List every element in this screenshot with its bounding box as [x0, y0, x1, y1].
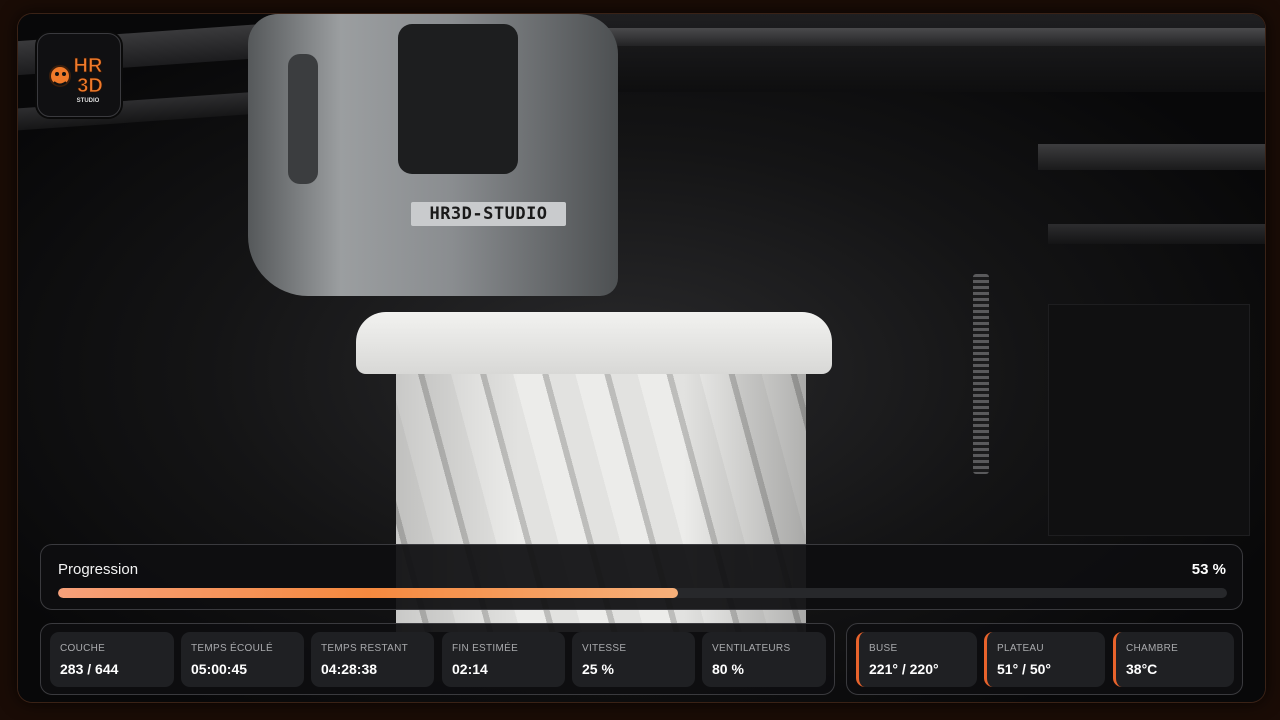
- temperatures-panel: BUSE 221° / 220° PLATEAU 51° / 50° CHAMB…: [846, 623, 1243, 695]
- stat-value: 04:28:38: [321, 661, 378, 677]
- stat-value: 05:00:45: [191, 661, 248, 677]
- stat-label: TEMPS ÉCOULÉ: [191, 643, 273, 654]
- progress-bar-fill: [58, 588, 678, 598]
- stat-value: 25 %: [582, 661, 614, 677]
- printer-toolhead: [248, 14, 618, 296]
- stat-card-layer: COUCHE 283 / 644: [50, 632, 174, 687]
- stat-card-speed: VITESSE 25 %: [572, 632, 695, 687]
- temp-card-chamber: CHAMBRE 38°C: [1113, 632, 1234, 687]
- temp-card-nozzle: BUSE 221° / 220°: [856, 632, 977, 687]
- enclosure-panel: [1048, 304, 1250, 536]
- stat-label: FIN ESTIMÉE: [452, 643, 519, 654]
- stat-label: TEMPS RESTANT: [321, 643, 409, 654]
- stat-card-elapsed-time: TEMPS ÉCOULÉ 05:00:45: [181, 632, 304, 687]
- stat-value: 80 %: [712, 661, 744, 677]
- temp-label: BUSE: [869, 643, 898, 654]
- lead-screw: [973, 274, 989, 474]
- svg-text:STUDIO: STUDIO: [77, 98, 100, 104]
- gantry-rail: [578, 28, 1265, 46]
- stat-value: 283 / 644: [60, 661, 119, 677]
- toolhead-label: HR3D-STUDIO: [411, 202, 566, 226]
- temp-label: PLATEAU: [997, 643, 1044, 654]
- stat-card-remaining-time: TEMPS RESTANT 04:28:38: [311, 632, 434, 687]
- camera-feed: HR3D-STUDIO HR 3D STUDIO Progression 53 …: [18, 14, 1265, 702]
- stat-label: VITESSE: [582, 643, 627, 654]
- stat-card-fans: VENTILATEURS 80 %: [702, 632, 826, 687]
- progress-percent: 53 %: [1191, 561, 1226, 578]
- temp-value: 221° / 220°: [869, 661, 939, 677]
- frame-rail: [1048, 224, 1265, 244]
- progress-bar: [58, 588, 1227, 598]
- svg-text:3D: 3D: [77, 75, 103, 97]
- print-stats-panel: COUCHE 283 / 644 TEMPS ÉCOULÉ 05:00:45 T…: [40, 623, 835, 695]
- stat-value: 02:14: [452, 661, 488, 677]
- stat-card-estimated-end: FIN ESTIMÉE 02:14: [442, 632, 565, 687]
- hr3d-studio-logo: HR 3D STUDIO: [37, 33, 121, 117]
- temp-label: CHAMBRE: [1126, 643, 1179, 654]
- progress-panel: Progression 53 %: [40, 544, 1243, 610]
- gantry: [538, 14, 1265, 92]
- progress-title: Progression: [58, 561, 139, 578]
- frame-rail: [1038, 144, 1265, 170]
- stat-label: VENTILATEURS: [712, 643, 791, 654]
- temp-value: 51° / 50°: [997, 661, 1052, 677]
- temp-value: 38°C: [1126, 661, 1158, 677]
- temp-card-bed: PLATEAU 51° / 50°: [984, 632, 1105, 687]
- svg-text:HR: HR: [74, 55, 103, 77]
- stat-label: COUCHE: [60, 643, 106, 654]
